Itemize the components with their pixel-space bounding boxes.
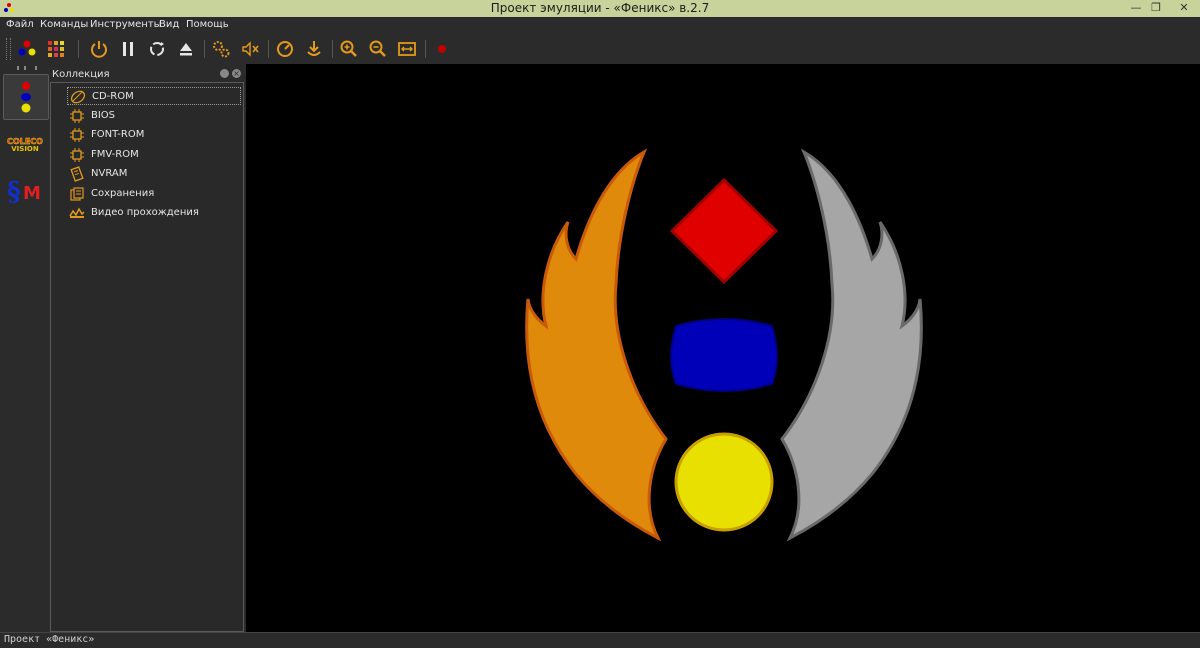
- record-icon[interactable]: [431, 38, 453, 60]
- panel-float-button[interactable]: [220, 69, 229, 78]
- title-bar: Проект эмуляции - «Феникс» в.2.7 — ❐ ✕: [0, 0, 1200, 17]
- collection-tree: CD-ROM BIOS FONT-ROM FMV-ROM NVRAM Сохра…: [50, 82, 244, 632]
- sega-master-logo-icon[interactable]: § M: [3, 168, 47, 212]
- status-text: Проект «Феникс»: [4, 634, 95, 645]
- reset-icon[interactable]: [146, 38, 168, 60]
- video-icon: [69, 207, 85, 218]
- status-bar: Проект «Феникс»: [0, 632, 1200, 648]
- systems-sidebar: COLECO VISION § M: [0, 64, 50, 632]
- tree-item-label: FONT-ROM: [91, 129, 145, 140]
- systems-icon[interactable]: [16, 38, 38, 60]
- tree-item-label: FMV-ROM: [91, 149, 139, 160]
- toolbar-separator: [268, 40, 269, 58]
- blue-cushion-shape: [670, 318, 778, 392]
- mute-icon[interactable]: [239, 38, 261, 60]
- menu-file[interactable]: Файл: [6, 19, 34, 30]
- yellow-circle-shape: [674, 432, 774, 532]
- phoenix-logo: [525, 148, 923, 542]
- tree-item-bios[interactable]: BIOS: [67, 107, 241, 125]
- chip-icon: [70, 128, 84, 142]
- tree-item-label: Видео прохождения: [91, 207, 199, 218]
- window-title: Проект эмуляции - «Феникс» в.2.7: [490, 1, 710, 15]
- svg-text:§: §: [7, 177, 21, 207]
- tree-item-fmv-rom[interactable]: FMV-ROM: [67, 146, 241, 164]
- toolbar-separator: [425, 40, 426, 58]
- power-icon[interactable]: [88, 38, 110, 60]
- colecovision-logo-icon[interactable]: COLECO VISION: [3, 122, 47, 166]
- svg-text:M: M: [23, 183, 41, 204]
- menu-bar: Файл Команды Инструменты Вид Помощь: [0, 17, 1200, 34]
- svg-text:VISION: VISION: [11, 145, 39, 153]
- toolbar-separator: [332, 40, 333, 58]
- chip-icon: [70, 148, 84, 162]
- eject-icon[interactable]: [175, 38, 197, 60]
- close-button[interactable]: ✕: [1172, 0, 1196, 16]
- tree-item-cd-rom[interactable]: CD-ROM: [67, 87, 241, 105]
- fit-window-icon[interactable]: [396, 38, 418, 60]
- restore-button[interactable]: ❐: [1147, 0, 1165, 16]
- red-diamond-shape: [669, 177, 779, 285]
- panel-close-button[interactable]: ×: [232, 69, 241, 78]
- toolbar-separator: [78, 40, 79, 58]
- tree-item-label: NVRAM: [91, 168, 128, 179]
- minimize-button[interactable]: —: [1127, 0, 1145, 16]
- menu-view[interactable]: Вид: [159, 19, 179, 30]
- tree-item-video[interactable]: Видео прохождения: [67, 204, 241, 222]
- tree-item-saves[interactable]: Сохранения: [67, 185, 241, 203]
- left-wing-shape: [525, 148, 668, 542]
- disc-icon: [70, 90, 86, 104]
- menu-help[interactable]: Помощь: [186, 19, 229, 30]
- right-wing-shape: [780, 148, 923, 542]
- menu-commands[interactable]: Команды: [40, 19, 88, 30]
- toolbar-separator: [204, 40, 205, 58]
- toolbar: [0, 34, 1200, 64]
- speedometer-icon[interactable]: [274, 38, 296, 60]
- 3do-logo-icon[interactable]: [3, 74, 49, 120]
- saves-icon: [70, 187, 84, 201]
- panel-title: Коллекция: [52, 69, 110, 80]
- tree-item-label: Сохранения: [91, 188, 155, 199]
- collection-panel: Коллекция × CD-ROM BIOS FONT-ROM FMV-ROM…: [50, 64, 245, 632]
- tree-item-nvram[interactable]: NVRAM: [67, 165, 241, 183]
- menu-tools[interactable]: Инструменты: [90, 19, 162, 30]
- tree-item-label: CD-ROM: [92, 91, 134, 102]
- sidebar-grip[interactable]: [17, 66, 37, 70]
- memory-card-icon: [70, 166, 84, 182]
- tree-item-label: BIOS: [91, 110, 116, 121]
- tree-item-font-rom[interactable]: FONT-ROM: [67, 126, 241, 144]
- save-state-icon[interactable]: [303, 38, 325, 60]
- chip-icon: [70, 109, 84, 123]
- zoom-in-icon[interactable]: [338, 38, 360, 60]
- settings-gears-icon[interactable]: [210, 38, 232, 60]
- emulator-screen[interactable]: [246, 64, 1200, 632]
- palette-grid-icon[interactable]: [45, 38, 67, 60]
- pause-icon[interactable]: [117, 38, 139, 60]
- zoom-out-icon[interactable]: [367, 38, 389, 60]
- toolbar-grip[interactable]: [6, 38, 11, 60]
